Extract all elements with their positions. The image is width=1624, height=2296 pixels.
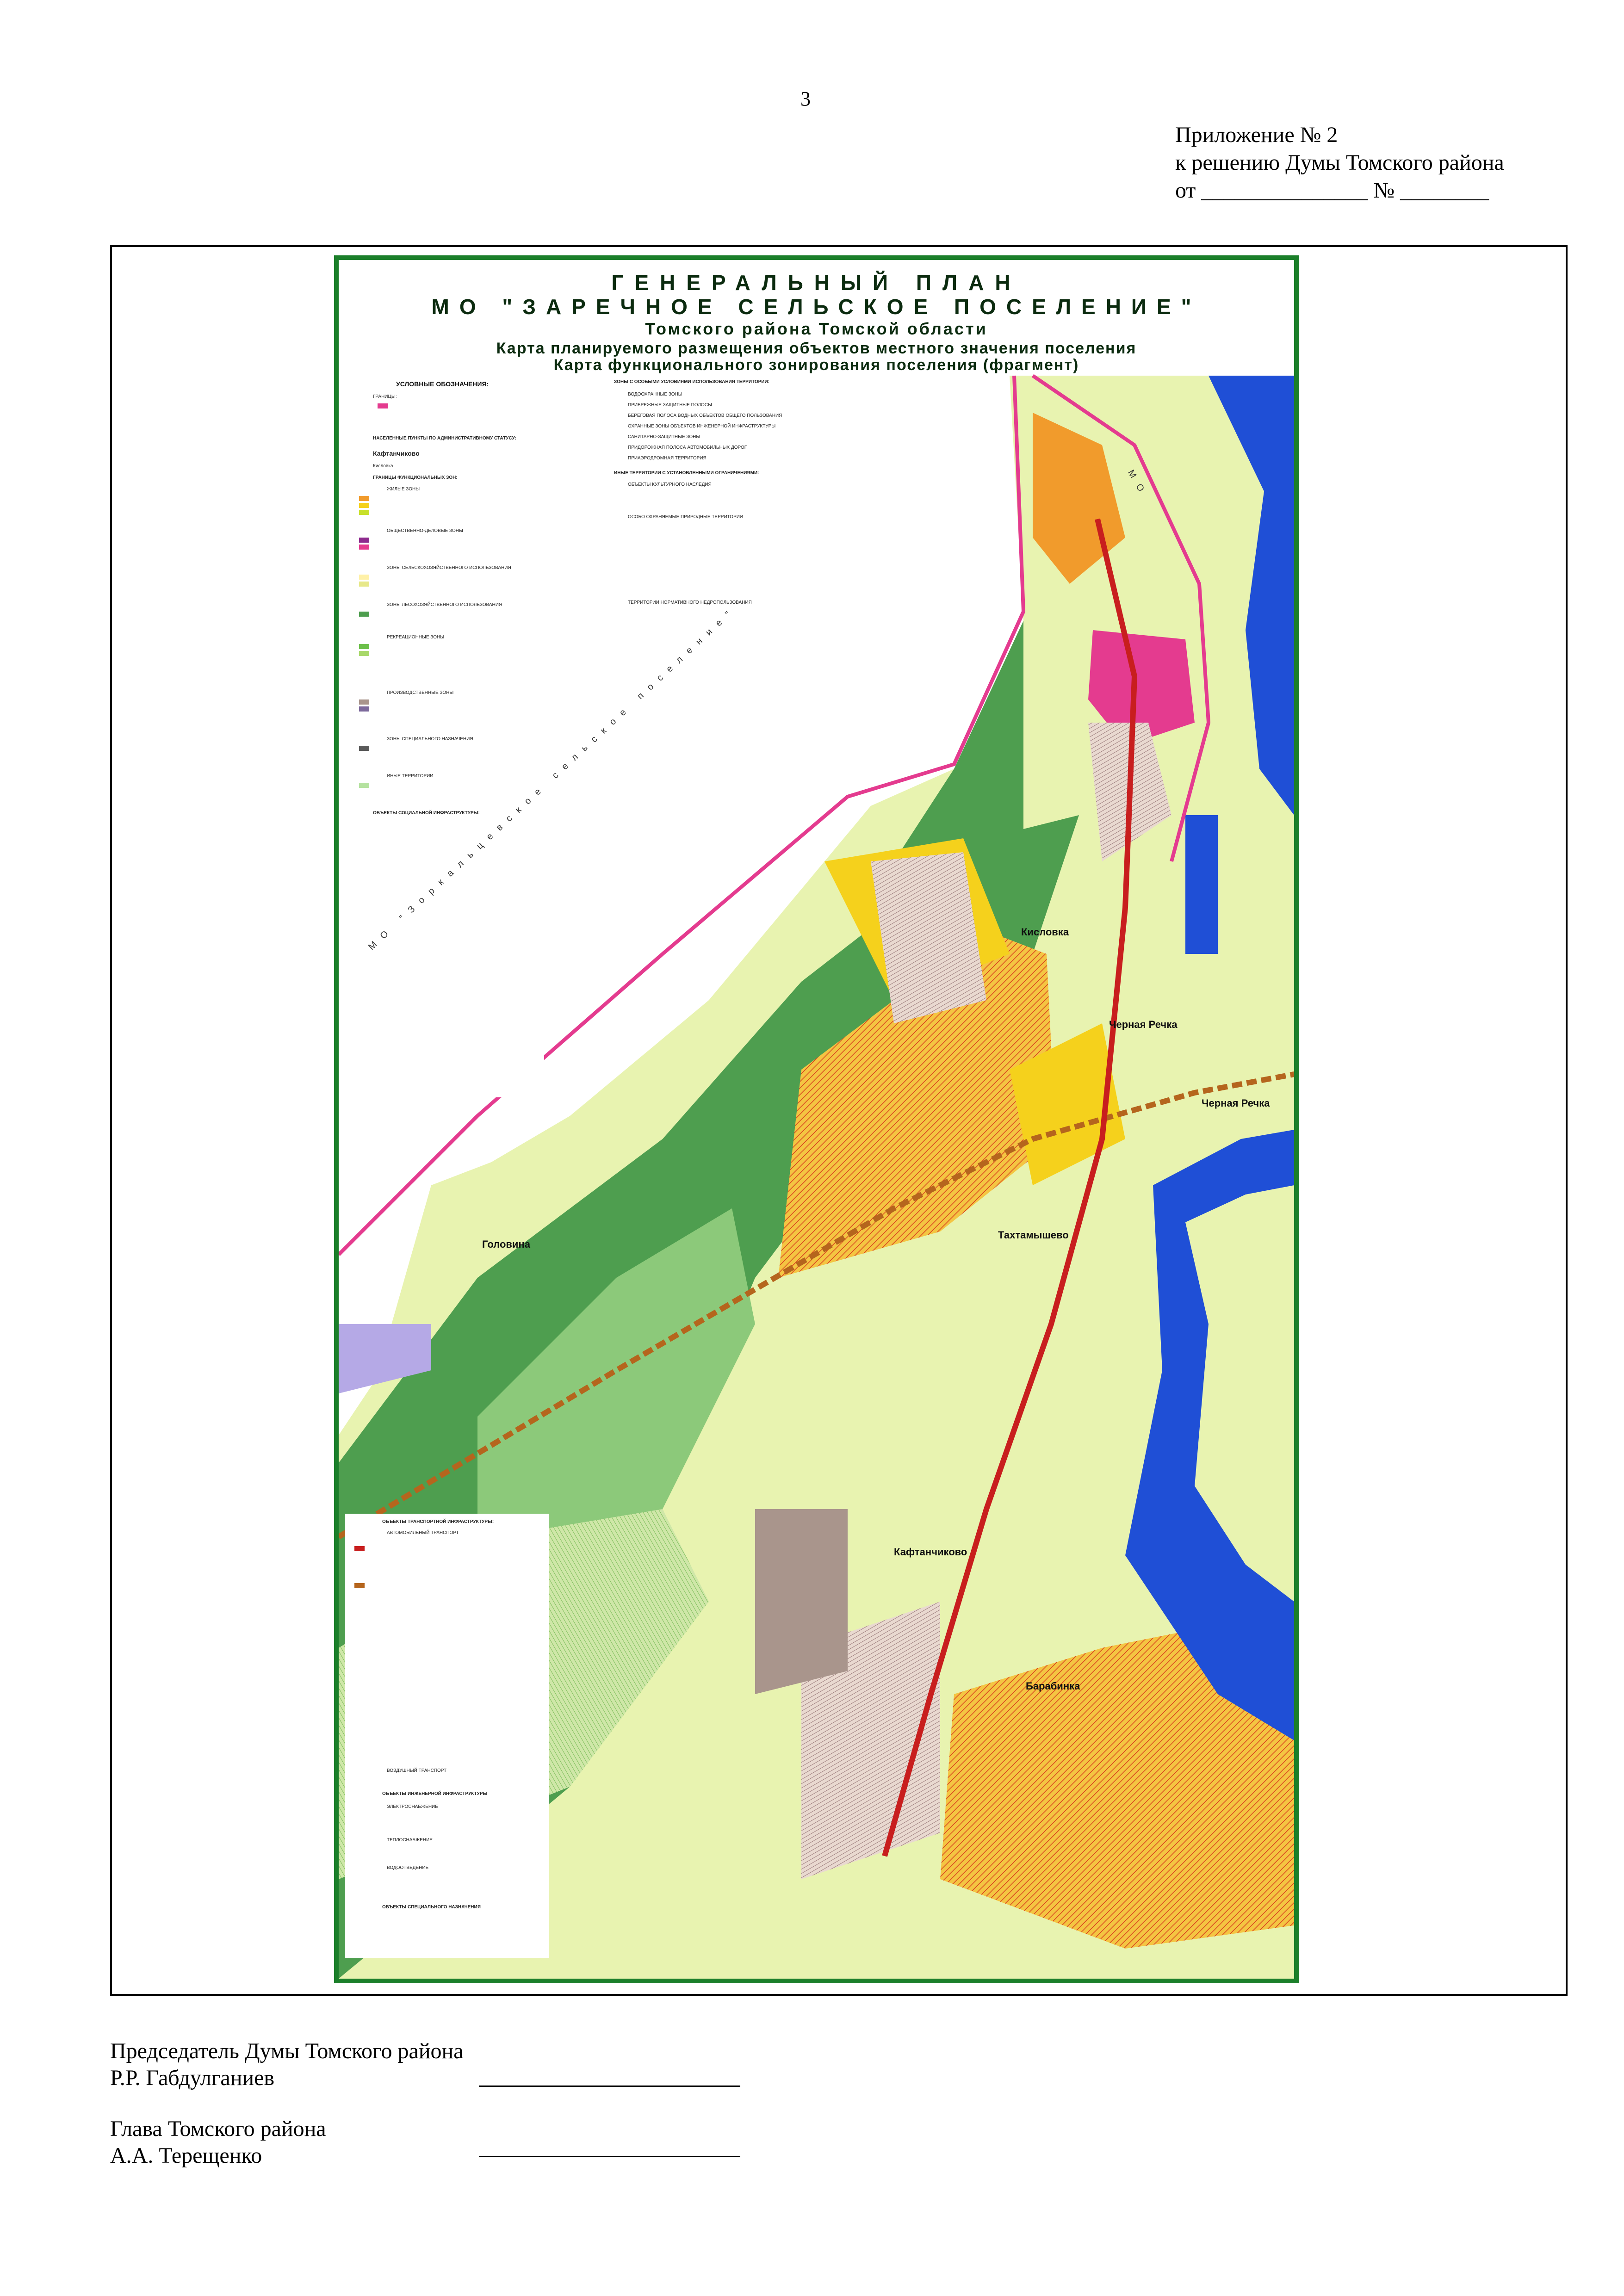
legend-item: ОБЪЕКТЫ СОЦИАЛЬНОЙ ИНФРАСТРУКТУРЫ: (373, 811, 480, 816)
signature-block-2: Глава Томского района А.А. Терещенко (110, 2116, 326, 2169)
legend-swatch (359, 651, 369, 656)
signature-line (479, 2086, 740, 2087)
place-label: Тахтамышево (998, 1229, 1069, 1241)
signature-name: А.А. Терещенко (110, 2143, 262, 2168)
legend-item: РЕКРЕАЦИОННЫЕ ЗОНЫ (387, 635, 445, 640)
signature-block-1: Председатель Думы Томского района Р.Р. Г… (110, 2038, 464, 2092)
legend-bottom-item: ВОЗДУШНЫЙ ТРАНСПОРТ (387, 1768, 447, 1773)
legend-swatch (359, 644, 369, 649)
map-title-line-5: Карта функционального зонирования поселе… (553, 356, 1079, 374)
legend-swatch (359, 746, 369, 751)
page-number: 3 (800, 87, 811, 110)
legend-mid-heading: ЗОНЫ С ОСОБЫМИ УСЛОВИЯМИ ИСПОЛЬЗОВАНИЯ Т… (614, 379, 770, 384)
legend-swatch (359, 783, 369, 788)
legend-bottom: ОБЪЕКТЫ ТРАНСПОРТНОЙ ИНФРАСТРУКТУРЫ: АВТ… (345, 1514, 549, 1958)
legend-mid-item: ПРИБРЕЖНЫЕ ЗАЩИТНЫЕ ПОЛОСЫ (628, 402, 712, 408)
legend-swatch (354, 1546, 365, 1551)
appendix-line-1: Приложение № 2 (1175, 123, 1338, 147)
legend-item: ЗОНЫ ЛЕСОХОЗЯЙСТВЕННОГО ИСПОЛЬЗОВАНИЯ (387, 602, 502, 607)
legend-bottom-item: ВОДООТВЕДЕНИЕ (387, 1865, 429, 1870)
legend-item: ОБЩЕСТВЕННО-ДЕЛОВЫЕ ЗОНЫ (387, 528, 463, 533)
legend-item: ПРОИЗВОДСТВЕННЫЕ ЗОНЫ (387, 690, 454, 695)
legend-item: НАСЕЛЕННЫЕ ПУНКТЫ ПО АДМИНИСТРАТИВНОМУ С… (373, 436, 516, 441)
map-title-line-1: ГЕНЕРАЛЬНЫЙ ПЛАН (611, 271, 1022, 295)
legend-swatch (359, 510, 369, 515)
legend-item: ИНЫЕ ТЕРРИТОРИИ (387, 774, 434, 779)
legend-item: Кисловка (373, 464, 393, 469)
legend-item: ЗОНЫ СПЕЦИАЛЬНОГО НАЗНАЧЕНИЯ (387, 736, 473, 742)
master-plan-map: ГЕНЕРАЛЬНЫЙ ПЛАН МО "ЗАРЕЧНОЕ СЕЛЬСКОЕ П… (334, 255, 1299, 1983)
place-label: Кисловка (1021, 926, 1069, 938)
legend-item: ЖИЛЫЕ ЗОНЫ (387, 487, 420, 492)
appendix-block: Приложение № 2 к решению Думы Томского р… (1175, 121, 1504, 204)
legend-swatch (359, 582, 369, 587)
map-title-line-2: МО "ЗАРЕЧНОЕ СЕЛЬСКОЕ ПОСЕЛЕНИЕ" (431, 295, 1202, 319)
legend-swatch (359, 538, 369, 543)
legend-mid-item: ПРИДОРОЖНАЯ ПОЛОСА АВТОМОБИЛЬНЫХ ДОРОГ (628, 445, 747, 450)
legend-mid-item: ОБЪЕКТЫ КУЛЬТУРНОГО НАСЛЕДИЯ (628, 482, 712, 487)
legend-swatch (359, 699, 369, 705)
legend-item: ГРАНИЦЫ ФУНКЦИОНАЛЬНЫХ ЗОН: (373, 475, 458, 480)
signature-title: Председатель Думы Томского района (110, 2039, 464, 2063)
legend-item: ГРАНИЦЫ: (373, 394, 397, 399)
place-label: Барабинка (1026, 1680, 1080, 1692)
legend-bottom-item: ЭЛЕКТРОСНАБЖЕНИЕ (387, 1804, 438, 1809)
place-label: Черная Речка (1109, 1019, 1178, 1030)
legend-left-heading: УСЛОВНЫЕ ОБОЗНАЧЕНИЯ: (396, 380, 489, 388)
legend-mid-item: ТЕРРИТОРИИ НОРМАТИВНОГО НЕДРОПОЛЬЗОВАНИЯ (628, 600, 752, 605)
signature-title: Глава Томского района (110, 2117, 326, 2141)
signature-name: Р.Р. Габдулганиев (110, 2066, 275, 2090)
legend-mid-item: ОХРАННЫЕ ЗОНЫ ОБЪЕКТОВ ИНЖЕНЕРНОЙ ИНФРАС… (628, 424, 776, 429)
appendix-line-3: от _______________ № ________ (1175, 178, 1489, 203)
place-label: Кафтанчиково (894, 1546, 967, 1558)
legend-swatch (359, 503, 369, 508)
legend-mid-item: ПРИАЭРОДРОМНАЯ ТЕРРИТОРИЯ (628, 456, 707, 461)
legend-mid-item: САНИТАРНО-ЗАЩИТНЫЕ ЗОНЫ (628, 434, 700, 439)
legend-swatch (359, 612, 369, 617)
legend-bottom-item: АВТОМОБИЛЬНЫЙ ТРАНСПОРТ (387, 1530, 459, 1535)
legend-item: Кафтанчиково (373, 450, 420, 457)
legend-mid-item: ИНЫЕ ТЕРРИТОРИИ С УСТАНОВЛЕННЫМИ ОГРАНИЧ… (614, 470, 759, 476)
legend-swatch (354, 1583, 365, 1588)
map-title-line-3: Томского района Томской области (645, 319, 988, 338)
signature-line (479, 2156, 740, 2157)
legend-swatch (378, 403, 388, 408)
place-label: Головина (482, 1238, 530, 1250)
legend-bottom-item: ОБЪЕКТЫ СПЕЦИАЛЬНОГО НАЗНАЧЕНИЯ (382, 1905, 481, 1910)
legend-bottom-heading: ОБЪЕКТЫ ТРАНСПОРТНОЙ ИНФРАСТРУКТУРЫ: (382, 1519, 494, 1524)
legend-mid-item: ВОДООХРАННЫЕ ЗОНЫ (628, 392, 682, 397)
legend-mid-item: БЕРЕГОВАЯ ПОЛОСА ВОДНЫХ ОБЪЕКТОВ ОБЩЕГО … (628, 413, 782, 418)
legend-middle: ЗОНЫ С ОСОБЫМИ УСЛОВИЯМИ ИСПОЛЬЗОВАНИЯ Т… (609, 376, 852, 690)
appendix-line-2: к решению Думы Томского района (1175, 150, 1504, 175)
legend-swatch (359, 496, 369, 501)
legend-bottom-item: ТЕПЛОСНАБЖЕНИЕ (387, 1838, 433, 1843)
place-label: Черная Речка (1202, 1097, 1270, 1109)
legend-item: ЗОНЫ СЕЛЬСКОХОЗЯЙСТВЕННОГО ИСПОЛЬЗОВАНИЯ (387, 565, 511, 570)
legend-swatch (359, 545, 369, 550)
legend-swatch (359, 706, 369, 712)
legend-swatch (359, 575, 369, 580)
legend-left: УСЛОВНЫЕ ОБОЗНАЧЕНИЯ: ГРАНИЦЫ: НАСЕЛЕННЫ… (345, 376, 544, 1097)
legend-bottom-item: ОБЪЕКТЫ ИНЖЕНЕРНОЙ ИНФРАСТРУКТУРЫ (382, 1791, 488, 1796)
map-title-line-4: Карта планируемого размещения объектов м… (496, 340, 1137, 357)
legend-mid-item: ОСОБО ОХРАНЯЕМЫЕ ПРИРОДНЫЕ ТЕРРИТОРИИ (628, 514, 744, 520)
